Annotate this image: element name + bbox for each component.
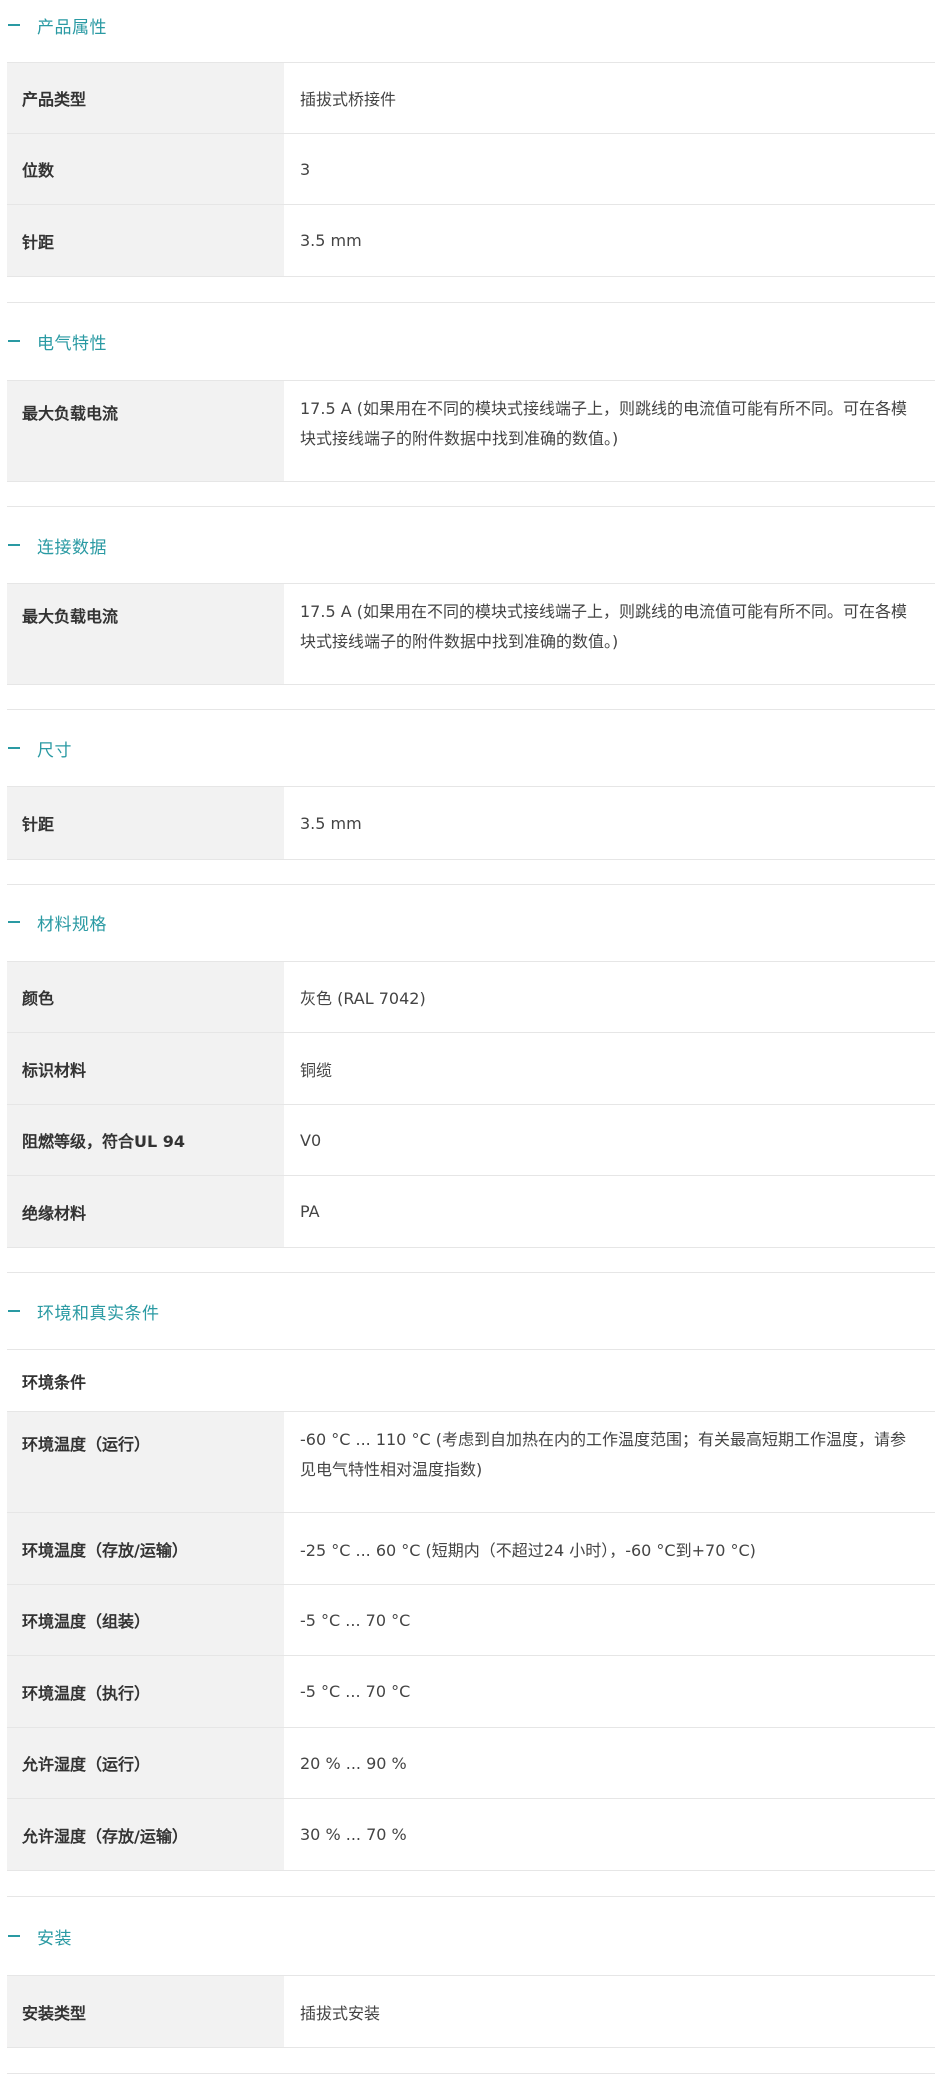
- spec-label: 阻燃等级，符合UL 94: [7, 1105, 284, 1175]
- spec-row: 颜色 灰色 (RAL 7042): [7, 962, 935, 1033]
- section-environment: 环境和真实条件: [7, 1286, 935, 1336]
- collapse-icon[interactable]: [8, 747, 20, 749]
- section-header-material[interactable]: 材料规格: [7, 897, 935, 947]
- section-connection: 连接数据: [7, 520, 935, 570]
- spec-label: 环境温度（执行）: [7, 1656, 284, 1727]
- spec-row: 允许湿度（存放/运输） 30 % ... 70 %: [7, 1799, 935, 1871]
- spec-label: 环境温度（存放/运输）: [7, 1513, 284, 1584]
- spec-label: 位数: [7, 134, 284, 204]
- collapse-icon[interactable]: [8, 1310, 20, 1312]
- spec-label: 环境温度（组装）: [7, 1585, 284, 1655]
- spec-row: 标识材料 铜缆: [7, 1033, 935, 1105]
- collapse-icon[interactable]: [8, 921, 20, 923]
- spec-label: 允许湿度（运行）: [7, 1728, 284, 1798]
- spec-label: 产品类型: [7, 63, 284, 133]
- spec-value: 3.5 mm: [300, 231, 362, 250]
- spec-label: 标识材料: [7, 1033, 284, 1104]
- spec-value: 20 % ... 90 %: [300, 1753, 407, 1773]
- spec-row: 环境温度（运行） -60 °C ... 110 °C (考虑到自加热在内的工作温…: [7, 1412, 935, 1513]
- section-title: 尺寸: [37, 740, 72, 761]
- section-header-electrical[interactable]: 电气特性: [7, 316, 935, 366]
- collapse-icon[interactable]: [8, 24, 20, 26]
- spec-row: 针距 3.5 mm: [7, 787, 935, 860]
- section-title: 材料规格: [37, 914, 107, 935]
- section-installation: 安装: [7, 1911, 935, 1961]
- spec-value: PA: [300, 1202, 320, 1221]
- spec-row: 安装类型 插拔式安装: [7, 1976, 935, 2048]
- section-material: 材料规格: [7, 897, 935, 947]
- collapse-icon[interactable]: [8, 340, 20, 342]
- section-title: 安装: [37, 1928, 72, 1949]
- section-title: 产品属性: [37, 17, 107, 38]
- spec-value: 插拔式安装: [300, 2003, 381, 2023]
- spec-value: 插拔式桥接件: [300, 90, 397, 109]
- spec-label: 最大负载电流: [7, 584, 284, 684]
- spec-label: 安装类型: [7, 1976, 284, 2047]
- spec-value: 17.5 A (如果用在不同的模块式接线端子上，则跳线的电流值可能有所不同。可在…: [300, 399, 907, 448]
- spec-label: 颜色: [7, 962, 284, 1032]
- spec-row: 最大负载电流 17.5 A (如果用在不同的模块式接线端子上，则跳线的电流值可能…: [7, 381, 935, 482]
- spec-value: -25 °C ... 60 °C (短期内（不超过24 小时），-60 °C到+…: [300, 1540, 756, 1560]
- spec-value: 17.5 A (如果用在不同的模块式接线端子上，则跳线的电流值可能有所不同。可在…: [300, 602, 907, 651]
- spec-value: -5 °C ... 70 °C: [300, 1610, 411, 1630]
- section-title: 环境和真实条件: [37, 1303, 160, 1324]
- spec-row: 绝缘材料 PA: [7, 1176, 935, 1248]
- section-header-environment[interactable]: 环境和真实条件: [7, 1286, 935, 1336]
- spec-value: 3: [300, 159, 311, 179]
- spec-label: 最大负载电流: [7, 381, 284, 481]
- section-header-installation[interactable]: 安装: [7, 1911, 935, 1961]
- spec-row: 产品类型 插拔式桥接件: [7, 63, 935, 134]
- spec-label: 针距: [7, 787, 284, 859]
- spec-value: V0: [300, 1130, 322, 1150]
- spec-label: 环境温度（运行）: [7, 1412, 284, 1512]
- collapse-icon[interactable]: [8, 544, 20, 546]
- section-header-product[interactable]: 产品属性: [7, 0, 935, 50]
- spec-label: 针距: [7, 205, 284, 276]
- section-product: 产品属性: [7, 0, 935, 50]
- spec-value: -60 °C ... 110 °C (考虑到自加热在内的工作温度范围；有关最高短…: [300, 1430, 906, 1479]
- section-electrical: 电气特性: [7, 316, 935, 366]
- spec-value: 铜缆: [300, 1060, 333, 1080]
- spec-value: 灰色 (RAL 7042): [300, 989, 426, 1008]
- spec-row: 环境温度（执行） -5 °C ... 70 °C: [7, 1656, 935, 1728]
- spec-row: 针距 3.5 mm: [7, 205, 935, 277]
- section-header-dimensions[interactable]: 尺寸: [7, 723, 935, 773]
- spec-value: 3.5 mm: [300, 813, 362, 833]
- spec-row: 环境温度（存放/运输） -25 °C ... 60 °C (短期内（不超过24 …: [7, 1513, 935, 1585]
- spec-row: 最大负载电流 17.5 A (如果用在不同的模块式接线端子上，则跳线的电流值可能…: [7, 584, 935, 685]
- spec-label: 绝缘材料: [7, 1176, 284, 1247]
- section-title: 连接数据: [37, 537, 107, 558]
- spec-row: 环境温度（组装） -5 °C ... 70 °C: [7, 1585, 935, 1656]
- section-header-connection[interactable]: 连接数据: [7, 520, 935, 570]
- section-dimensions: 尺寸: [7, 723, 935, 773]
- subsection-title: 环境条件: [7, 1349, 935, 1411]
- spec-row: 允许湿度（运行） 20 % ... 90 %: [7, 1728, 935, 1799]
- spec-row: 位数 3: [7, 134, 935, 205]
- spec-value: 30 % ... 70 %: [300, 1825, 407, 1844]
- spec-page: 产品属性 产品类型 插拔式桥接件 位数 3 针距 3.5 mm 电气特性 最大负…: [0, 0, 935, 2078]
- spec-value: -5 °C ... 70 °C: [300, 1682, 411, 1701]
- spec-label: 允许湿度（存放/运输）: [7, 1799, 284, 1870]
- collapse-icon[interactable]: [8, 1935, 20, 1937]
- section-title: 电气特性: [37, 333, 107, 354]
- spec-row: 阻燃等级，符合UL 94 V0: [7, 1105, 935, 1176]
